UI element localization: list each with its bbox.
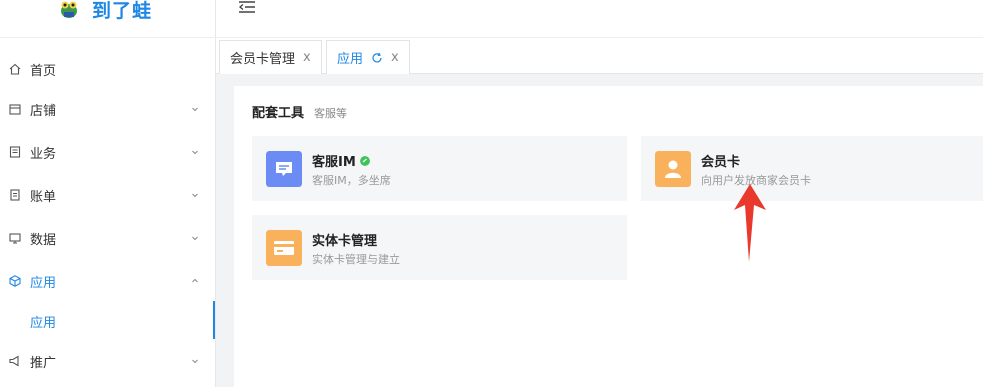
card-title: 实体卡管理 [312, 230, 377, 249]
tab-apps[interactable]: 应用 x [326, 40, 410, 74]
tab-label: 应用 [337, 52, 364, 67]
sidebar-item-bill[interactable]: 账单 [0, 175, 216, 215]
bill-icon [10, 189, 20, 201]
close-icon[interactable]: x [391, 50, 399, 65]
card-title: 客服IM [312, 151, 370, 170]
frog-mascot-icon [61, 1, 77, 18]
sidebar-item-label: 应用 [30, 315, 57, 331]
menu-fold-icon[interactable] [238, 0, 256, 14]
tab-member-card-management[interactable]: 会员卡管理 x [219, 40, 322, 74]
card-description: 客服IM，多坐席 [312, 174, 391, 187]
card-title-text: 实体卡管理 [312, 234, 378, 249]
brand-logo[interactable]: 到了蛙 [58, 0, 152, 26]
sidebar-item-apps[interactable]: 应用 [0, 261, 216, 301]
sidebar-item-label: 首页 [30, 63, 57, 79]
store-icon [9, 104, 21, 115]
top-header [216, 0, 983, 38]
refresh-icon[interactable] [371, 52, 383, 64]
data-icon [9, 233, 21, 244]
sidebar-item-promote[interactable]: 推广 [0, 341, 216, 381]
brand-name: 到了蛙 [92, 0, 153, 22]
tabs-bar: 会员卡管理 x 应用 x [216, 38, 983, 74]
sidebar-divider [0, 37, 216, 38]
chevron-up-icon [192, 278, 198, 283]
tab-label: 会员卡管理 [230, 52, 296, 67]
chat-icon [266, 151, 302, 187]
sidebar-item-home[interactable]: 首页 [0, 49, 216, 89]
card-title: 会员卡 [701, 151, 740, 170]
section-header: 配套工具 客服等 [252, 102, 347, 121]
chevron-down-icon [192, 236, 198, 241]
chevron-down-icon [192, 107, 198, 112]
sidebar: 到了蛙 首页 店铺 业务 账单 数据 应用 应用 推广 [0, 0, 216, 387]
app-card-member-card[interactable]: 会员卡 向用户发放商家会员卡 [641, 136, 983, 201]
active-indicator [213, 301, 215, 339]
link-badge-icon [359, 155, 370, 166]
sidebar-item-label: 业务 [30, 146, 57, 162]
close-icon[interactable]: x [303, 50, 311, 65]
section-title: 配套工具 [252, 106, 305, 121]
sidebar-item-label: 应用 [30, 275, 57, 291]
chevron-down-icon [192, 359, 198, 364]
chevron-down-icon [192, 193, 198, 198]
business-icon [9, 146, 21, 158]
sidebar-item-label: 店铺 [30, 103, 57, 119]
sidebar-item-data[interactable]: 数据 [0, 218, 216, 258]
sidebar-item-label: 账单 [30, 189, 57, 205]
member-card-icon [655, 151, 691, 187]
sidebar-item-store[interactable]: 店铺 [0, 89, 216, 129]
physical-card-icon [266, 230, 302, 266]
sidebar-item-label: 数据 [30, 232, 57, 248]
sidebar-item-label: 推广 [30, 355, 57, 371]
section-subtitle: 客服等 [314, 107, 348, 120]
sidebar-subitem-apps[interactable]: 应用 [0, 301, 216, 341]
home-icon [9, 63, 21, 75]
card-description: 实体卡管理与建立 [312, 253, 400, 266]
sidebar-item-business[interactable]: 业务 [0, 132, 216, 172]
card-title-text: 客服IM [312, 155, 356, 170]
promote-icon [9, 355, 19, 367]
app-icon [9, 275, 21, 287]
app-card-physical-card[interactable]: 实体卡管理 实体卡管理与建立 [252, 215, 627, 280]
annotation-arrow-icon [734, 184, 766, 262]
app-card-customer-service-im[interactable]: 客服IM 客服IM，多坐席 [252, 136, 627, 201]
card-title-text: 会员卡 [701, 155, 741, 170]
chevron-down-icon [192, 150, 198, 155]
